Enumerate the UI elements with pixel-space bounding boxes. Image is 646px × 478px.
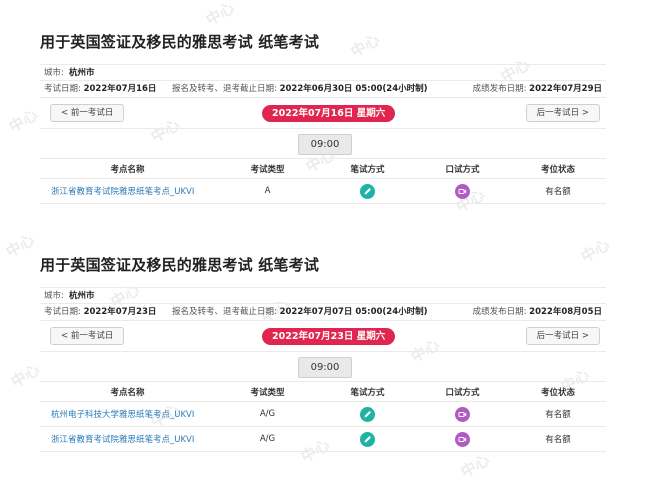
- date-navigation: < 前一考试日 2022年07月16日 星期六 后一考试日 >: [40, 102, 606, 128]
- current-date-badge: 2022年07月23日 星期六: [262, 328, 396, 345]
- watermark: 中心: [7, 360, 43, 392]
- time-row: 09:00: [40, 128, 606, 158]
- exam-section: 用于英国签证及移民的雅思考试 纸笔考试 城市: 杭州市 考试日期: 2022年0…: [40, 253, 606, 452]
- pen-icon: [360, 183, 375, 199]
- exam-date: 考试日期: 2022年07月16日: [44, 84, 157, 94]
- next-date-button[interactable]: 后一考试日 >: [525, 327, 600, 345]
- exam-section: 用于英国签证及移民的雅思考试 纸笔考试 城市: 杭州市 考试日期: 2022年0…: [40, 30, 606, 204]
- table-header: 考点名称 考试类型 笔试方式 口试方式 考位状态: [40, 158, 606, 179]
- dates-row: 考试日期: 2022年07月16日 报名及转考、退考截止日期: 2022年06月…: [40, 81, 606, 98]
- camera-icon: [455, 183, 470, 199]
- watermark: 中心: [2, 230, 38, 262]
- deadline: 报名及转考、退考截止日期: 2022年07月07日 05:00(24小时制): [172, 307, 428, 317]
- section-title: 用于英国签证及移民的雅思考试 纸笔考试: [40, 33, 320, 51]
- header-oral: 口试方式: [415, 381, 510, 402]
- watermark: 中心: [457, 450, 493, 478]
- test-center-table: 考点名称 考试类型 笔试方式 口试方式 考位状态 浙江省教育考试院雅思纸笔考点_…: [40, 158, 606, 204]
- city-row: 城市: 杭州市: [40, 64, 606, 81]
- seat-status: 有名额: [510, 178, 606, 204]
- watermark: 中心: [5, 105, 41, 137]
- result-date: 成绩发布日期: 2022年08月05日: [472, 307, 602, 317]
- time-slot-button[interactable]: 09:00: [298, 357, 352, 378]
- exam-date: 考试日期: 2022年07月23日: [44, 307, 157, 317]
- city-value: 杭州市: [69, 291, 95, 301]
- table-header: 考点名称 考试类型 笔试方式 口试方式 考位状态: [40, 381, 606, 402]
- test-center-link[interactable]: 浙江省教育考试院雅思纸笔考点_UKVI: [40, 178, 215, 204]
- next-date-button[interactable]: 后一考试日 >: [525, 104, 600, 122]
- time-row: 09:00: [40, 351, 606, 381]
- exam-type: A: [215, 178, 320, 204]
- dates-row: 考试日期: 2022年07月23日 报名及转考、退考截止日期: 2022年07月…: [40, 304, 606, 321]
- test-center-table: 考点名称 考试类型 笔试方式 口试方式 考位状态 杭州电子科技大学雅思纸笔考点_…: [40, 381, 606, 452]
- header-oral: 口试方式: [415, 158, 510, 179]
- result-date: 成绩发布日期: 2022年07月29日: [472, 84, 602, 94]
- header-type: 考试类型: [215, 381, 320, 402]
- city-label: 城市:: [44, 291, 64, 301]
- header-status: 考位状态: [510, 158, 606, 179]
- exam-type: A/G: [215, 426, 320, 452]
- test-center-link[interactable]: 浙江省教育考试院雅思纸笔考点_UKVI: [40, 426, 215, 452]
- prev-date-button[interactable]: < 前一考试日: [50, 327, 125, 345]
- city-row: 城市: 杭州市: [40, 287, 606, 304]
- pen-icon: [360, 406, 375, 422]
- header-status: 考位状态: [510, 381, 606, 402]
- header-type: 考试类型: [215, 158, 320, 179]
- camera-icon: [455, 431, 470, 447]
- city-value: 杭州市: [69, 68, 95, 78]
- table-row: 杭州电子科技大学雅思纸笔考点_UKVI A/G 有名额: [40, 401, 606, 427]
- camera-icon: [455, 406, 470, 422]
- date-navigation: < 前一考试日 2022年07月23日 星期六 后一考试日 >: [40, 325, 606, 351]
- table-row: 浙江省教育考试院雅思纸笔考点_UKVI A/G 有名额: [40, 426, 606, 452]
- watermark: 中心: [202, 0, 238, 30]
- deadline: 报名及转考、退考截止日期: 2022年06月30日 05:00(24小时制): [172, 84, 428, 94]
- seat-status: 有名额: [510, 401, 606, 427]
- header-written: 笔试方式: [320, 381, 415, 402]
- prev-date-button[interactable]: < 前一考试日: [50, 104, 125, 122]
- time-slot-button[interactable]: 09:00: [298, 134, 352, 155]
- test-center-link[interactable]: 杭州电子科技大学雅思纸笔考点_UKVI: [40, 401, 215, 427]
- current-date-badge: 2022年07月16日 星期六: [262, 105, 396, 122]
- seat-status: 有名额: [510, 426, 606, 452]
- exam-type: A/G: [215, 401, 320, 427]
- city-label: 城市:: [44, 68, 64, 78]
- header-name: 考点名称: [40, 381, 215, 402]
- pen-icon: [360, 431, 375, 447]
- header-written: 笔试方式: [320, 158, 415, 179]
- section-title: 用于英国签证及移民的雅思考试 纸笔考试: [40, 256, 320, 274]
- table-row: 浙江省教育考试院雅思纸笔考点_UKVI A 有名额: [40, 178, 606, 204]
- header-name: 考点名称: [40, 158, 215, 179]
